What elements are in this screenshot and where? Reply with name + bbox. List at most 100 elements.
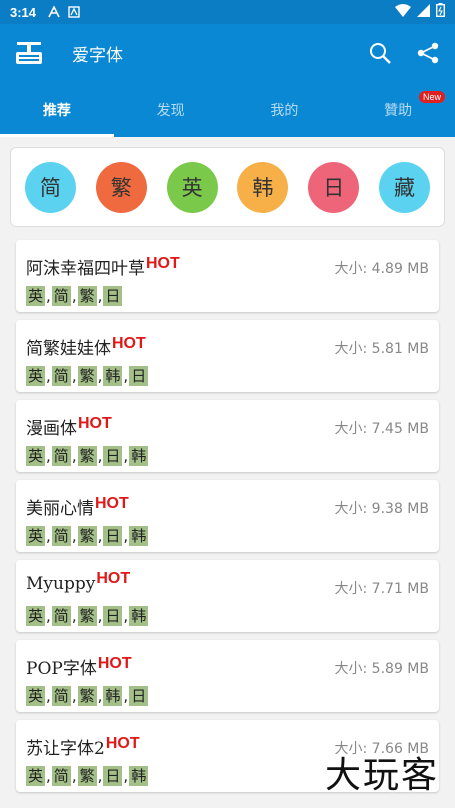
language-tag: 繁	[77, 366, 97, 386]
tag-separator: ,	[97, 687, 103, 705]
tab-label: 推荐	[42, 102, 71, 119]
font-file-size: 大小: 7.45 MB	[334, 421, 429, 437]
tag-separator: ,	[97, 607, 103, 625]
language-tag: 繁	[77, 446, 97, 466]
language-tibetan-button[interactable]: 藏	[379, 161, 431, 213]
language-filter-card: 简 繁 英 韩 日 藏	[10, 147, 445, 227]
tag-separator: ,	[123, 687, 129, 705]
language-tag: 英	[26, 366, 46, 386]
tab-recommend[interactable]: 推荐	[0, 82, 114, 137]
tag-separator: ,	[46, 767, 51, 785]
language-tag: 英	[26, 766, 46, 786]
font-name: 简繁娃娃体	[26, 339, 111, 359]
search-icon[interactable]	[367, 40, 393, 66]
language-japanese-button[interactable]: 日	[308, 161, 360, 213]
language-tag: 英	[26, 686, 46, 706]
language-tag: 英	[26, 446, 46, 466]
language-tag: 日	[103, 766, 123, 786]
tab-label: 贊助	[384, 102, 413, 119]
language-simplified-button[interactable]: 简	[24, 161, 76, 213]
language-tag: 繁	[77, 606, 97, 626]
font-file-size: 大小: 5.89 MB	[334, 661, 429, 677]
font-name-row: 漫画体HOT	[26, 414, 112, 439]
tag-separator: ,	[46, 527, 51, 545]
tag-separator: ,	[71, 687, 77, 705]
tag-separator: ,	[123, 607, 129, 625]
language-tag: 韩	[129, 606, 149, 626]
font-name-row: 阿沫幸福四叶草HOT	[26, 254, 180, 279]
language-tag: 繁	[77, 766, 97, 786]
font-list-item[interactable]: 美丽心情HOT 大小: 9.38 MB 英, 简, 繁, 日, 韩	[16, 480, 439, 552]
language-tag: 繁	[77, 686, 97, 706]
language-tags: 英,简,繁,日,韩	[26, 606, 149, 626]
tag-separator: ,	[71, 527, 77, 545]
font-name: 美丽心情	[26, 499, 94, 519]
app-logo-icon	[14, 38, 44, 68]
tag-separator: ,	[71, 607, 77, 625]
tag-separator: ,	[97, 287, 103, 305]
hot-badge: HOT	[95, 495, 129, 512]
font-list: 阿沫幸福四叶草HOT 大小: 4.89 MB 英, 简, 繁, 日简繁娃娃体HOT 大小: …	[16, 240, 439, 800]
language-tag: 英	[26, 606, 46, 626]
tag-separator: ,	[46, 607, 51, 625]
tab-sponsor[interactable]: 贊助 New	[341, 82, 455, 137]
language-tag: 繁	[77, 526, 97, 546]
language-tags: 英,简,繁,韩,日	[26, 366, 149, 386]
tag-separator: ,	[97, 767, 103, 785]
language-tag: 简	[51, 526, 71, 546]
battery-icon	[435, 3, 445, 21]
font-list-item[interactable]: 漫画体HOT 大小: 7.45 MB 英, 简, 繁, 日, 韩	[16, 400, 439, 472]
notification-a-icon	[48, 6, 60, 18]
tab-discover[interactable]: 发现	[114, 82, 228, 137]
tag-separator: ,	[71, 767, 77, 785]
language-traditional-button[interactable]: 繁	[95, 161, 147, 213]
font-name: 漫画体	[26, 419, 77, 439]
language-tag: 简	[51, 766, 71, 786]
font-name-row: 苏让字体2HOT	[26, 734, 140, 759]
language-english-button[interactable]: 英	[166, 161, 218, 213]
tab-mine[interactable]: 我的	[228, 82, 342, 137]
font-name: Myuppy	[26, 574, 96, 594]
app-bar: 爱字体	[0, 24, 455, 82]
language-tag: 英	[26, 526, 46, 546]
language-tag: 简	[51, 446, 71, 466]
tag-separator: ,	[71, 447, 77, 465]
hot-badge: HOT	[78, 415, 112, 432]
font-file-size: 大小: 9.38 MB	[334, 501, 429, 517]
tag-separator: ,	[46, 287, 51, 305]
language-tag: 日	[129, 686, 149, 706]
app-title: 爱字体	[72, 45, 123, 66]
font-list-item[interactable]: 阿沫幸福四叶草HOT 大小: 4.89 MB 英, 简, 繁, 日	[16, 240, 439, 312]
font-name-row: 简繁娃娃体HOT	[26, 334, 146, 359]
tab-bar: 推荐 发现 我的 贊助 New	[0, 82, 455, 137]
language-tag: 简	[51, 286, 71, 306]
font-name: POP字体	[26, 659, 97, 679]
tag-separator: ,	[97, 447, 103, 465]
font-list-item[interactable]: POP字体HOT 大小: 5.89 MB 英, 简, 繁, 韩, 日	[16, 640, 439, 712]
tag-separator: ,	[123, 447, 129, 465]
font-file-size: 大小: 4.89 MB	[334, 261, 429, 277]
hot-badge: HOT	[112, 335, 146, 352]
share-icon[interactable]	[415, 40, 441, 66]
language-tag: 简	[51, 366, 71, 386]
language-korean-button[interactable]: 韩	[237, 161, 289, 213]
font-list-item[interactable]: MyuppyHOT 大小: 7.71 MB 英, 简, 繁, 日, 韩	[16, 560, 439, 632]
tag-separator: ,	[46, 447, 51, 465]
signal-icon	[417, 3, 430, 21]
language-tag: 日	[129, 366, 149, 386]
hot-badge: HOT	[146, 255, 180, 272]
font-name: 阿沫幸福四叶草	[26, 259, 145, 279]
font-name: 苏让字体2	[26, 739, 105, 759]
language-tag: 韩	[129, 766, 149, 786]
status-time: 3:14	[10, 4, 37, 20]
new-badge: New	[418, 91, 445, 103]
font-name-row: MyuppyHOT	[26, 570, 130, 594]
font-file-size: 大小: 5.81 MB	[334, 341, 429, 357]
tag-separator: ,	[97, 367, 103, 385]
language-tag: 日	[103, 286, 123, 306]
tag-separator: ,	[123, 367, 129, 385]
hot-badge: HOT	[105, 735, 140, 752]
language-tag: 繁	[77, 286, 97, 306]
font-list-item[interactable]: 简繁娃娃体HOT 大小: 5.81 MB 英, 简, 繁, 韩, 日	[16, 320, 439, 392]
font-file-size: 大小: 7.71 MB	[334, 581, 429, 597]
